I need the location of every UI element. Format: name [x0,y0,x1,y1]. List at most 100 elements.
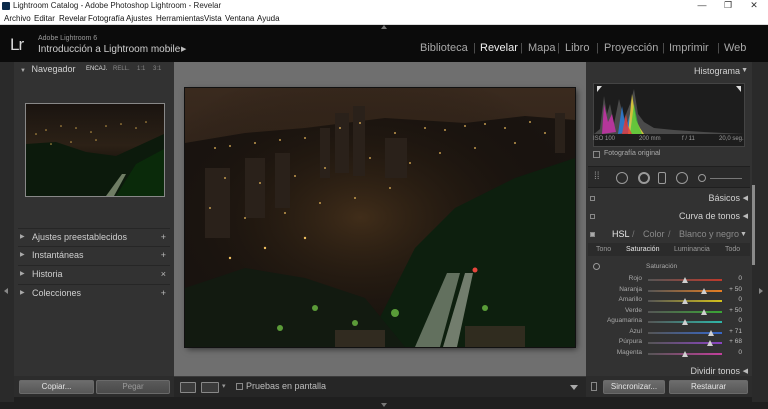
slider-value[interactable]: 0 [738,275,742,282]
histogram-title[interactable]: Histograma [694,66,740,76]
basic-panel-title[interactable]: Básicos [708,193,740,203]
slider-value[interactable]: 0 [738,296,742,303]
menu-archivo[interactable]: Archivo [4,12,31,25]
menu-revelar[interactable]: Revelar [59,12,87,25]
paste-button[interactable]: Pegar [96,380,170,394]
spot-removal-icon[interactable] [616,172,628,184]
target-adjust-icon[interactable] [593,263,600,270]
slider-value[interactable]: 0 [738,349,742,356]
add-snapshot-icon[interactable]: + [161,247,166,263]
right-panel-scrollbar[interactable] [752,185,755,265]
basic-panel-toggle[interactable] [590,196,595,201]
module-mapa[interactable]: Mapa [528,42,556,54]
slider-thumb[interactable] [707,340,714,346]
snapshots-section[interactable]: ▶ Instantáneas + [18,246,170,262]
expand-triangle-icon[interactable]: ◀ [743,212,748,220]
slider-value[interactable]: 0 [738,317,742,324]
catalog-name[interactable]: Introducción a Lightroom mobile [38,44,180,55]
slider-value[interactable]: + 50 [729,307,742,314]
tab-black-white[interactable]: Blanco y negro [679,227,739,242]
original-photo-checkbox[interactable] [593,151,600,158]
collections-section[interactable]: ▶ Colecciones + [18,284,170,300]
menu-editar[interactable]: Editar [34,12,55,25]
reset-button[interactable]: Restaurar [669,380,748,394]
collapse-triangle-icon[interactable]: ▼ [740,227,747,242]
menu-ventana[interactable]: Ventana [225,12,254,25]
slider-thumb[interactable] [700,308,707,315]
clear-history-icon[interactable]: × [161,266,166,282]
menu-herramientas[interactable]: Herramientas [156,12,204,25]
zoom-fill[interactable]: RELL. [113,62,130,77]
add-collection-icon[interactable]: + [161,285,166,301]
add-preset-icon[interactable]: + [161,229,166,245]
bottom-panel-toggle-icon[interactable] [381,403,387,407]
slider-value[interactable]: + 50 [729,286,742,293]
module-imprimir[interactable]: Imprimir [669,42,709,54]
tab-saturacion[interactable]: Saturación [626,243,659,256]
module-libro[interactable]: Libro [565,42,589,54]
view-dropdown-icon[interactable]: ▾ [222,382,226,390]
zoom-1-1[interactable]: 1:1 [137,62,145,77]
module-biblioteca[interactable]: Biblioteca [420,42,468,54]
navigator-header[interactable]: ▼ Navegador ENCAJ. RELL. 1:1 3:1 [20,62,170,77]
slider-thumb[interactable] [682,350,688,357]
slider-track[interactable] [648,350,722,357]
tab-tono[interactable]: Tono [596,243,611,256]
brush-slider[interactable] [710,178,742,179]
slider-thumb[interactable] [682,277,688,283]
menu-ayuda[interactable]: Ayuda [257,12,280,25]
before-after-view-icon[interactable] [201,382,219,393]
graduated-filter-icon[interactable] [658,172,666,184]
expand-triangle-icon[interactable]: ◀ [743,367,748,375]
menu-ajustes[interactable]: Ajustes [126,12,152,25]
tab-hsl[interactable]: HSL [612,227,630,242]
module-web[interactable]: Web [724,42,746,54]
minimize-button[interactable]: — [690,0,714,12]
module-proyeccion[interactable]: Proyección [604,42,658,54]
presets-section[interactable]: ▶ Ajustes preestablecidos + [18,228,170,244]
close-button[interactable]: ✕ [742,0,766,12]
zoom-3-1[interactable]: 3:1 [153,62,161,77]
tab-luminancia[interactable]: Luminancia [674,243,710,256]
navigator-preview[interactable] [25,103,165,197]
menu-vista[interactable]: Vista [204,12,222,25]
slider-track[interactable] [648,277,722,283]
slider-track[interactable] [648,319,722,325]
tab-todo[interactable]: Todo [725,243,740,256]
zoom-fit[interactable]: ENCAJ. [86,62,107,77]
split-toning-title[interactable]: Dividir tonos [690,366,740,376]
toolbar-menu-icon[interactable] [570,385,578,390]
slider-track[interactable] [648,340,722,346]
maximize-button[interactable]: ❐ [716,0,740,12]
tone-curve-toggle[interactable] [590,214,595,219]
main-photo[interactable] [185,88,575,347]
tab-color[interactable]: Color [643,227,665,242]
auto-sync-toggle[interactable] [591,382,597,391]
slider-track[interactable] [648,308,722,315]
slider-track[interactable] [648,287,722,294]
crop-overlay-icon[interactable]: ⁞⁞ [594,171,600,182]
expand-triangle-icon[interactable]: ◀ [743,194,748,202]
menu-fotografia[interactable]: Fotografía [88,12,124,25]
slider-track[interactable] [648,329,722,336]
slider-value[interactable]: + 71 [729,328,742,335]
red-eye-icon[interactable] [638,172,650,184]
top-panel-toggle-icon[interactable] [381,25,387,29]
tone-curve-title[interactable]: Curva de tonos [679,211,740,221]
loupe-view-icon[interactable] [180,382,196,393]
history-section[interactable]: ▶ Historia × [18,265,170,281]
slider-track[interactable] [648,298,722,304]
slider-thumb[interactable] [708,329,715,336]
slider-thumb[interactable] [682,298,688,304]
collapse-triangle-icon[interactable]: ▼ [741,67,748,74]
soft-proof-checkbox[interactable] [236,383,243,390]
radial-filter-icon[interactable] [676,172,688,184]
slider-value[interactable]: + 68 [729,338,742,345]
left-panel-toggle-icon[interactable] [4,288,8,294]
adjustment-brush-icon[interactable] [698,174,706,182]
slider-thumb[interactable] [682,319,688,325]
slider-thumb[interactable] [700,287,707,294]
module-revelar[interactable]: Revelar [480,42,518,54]
right-panel-toggle-icon[interactable] [759,288,763,294]
play-arrow-icon[interactable]: ▶ [181,45,186,53]
